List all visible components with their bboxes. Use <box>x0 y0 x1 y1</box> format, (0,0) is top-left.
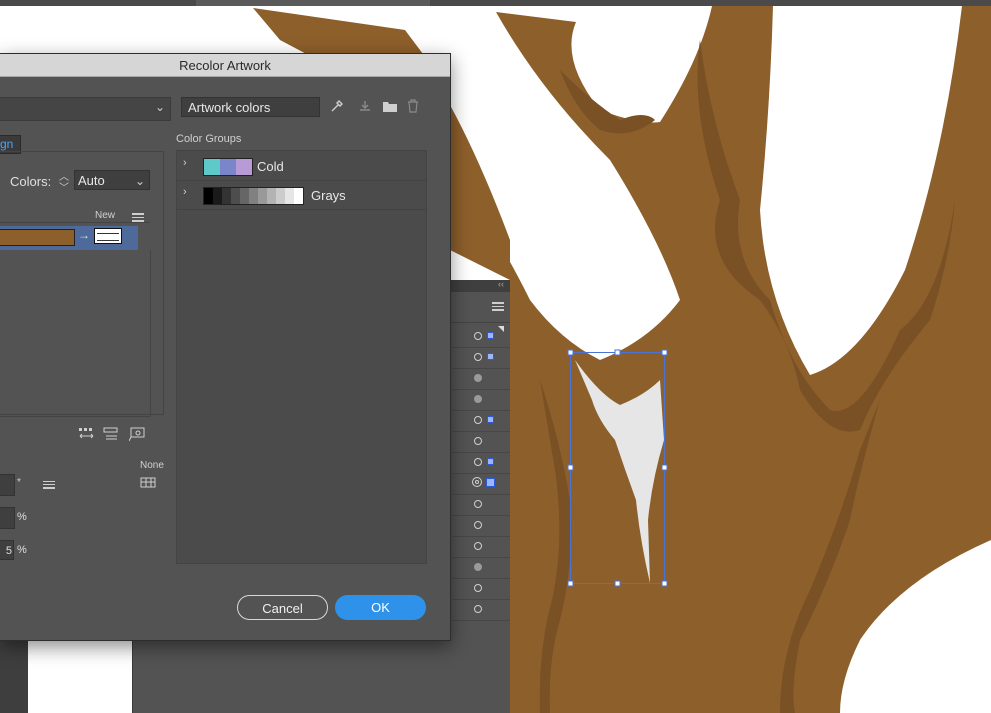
chevron-down-icon: ⌄ <box>134 174 145 188</box>
layer-row[interactable] <box>453 494 510 516</box>
folder-icon[interactable] <box>382 100 398 116</box>
separate-colors-icon[interactable] <box>103 427 120 445</box>
tree-branch-left-lower <box>450 105 510 280</box>
preset-dropdown[interactable]: ⌄ <box>0 97 171 121</box>
colors-label: Colors: <box>10 174 52 189</box>
layer-row[interactable] <box>453 389 510 411</box>
swatch <box>220 159 236 175</box>
tree-trunk <box>490 6 991 713</box>
color-groups-label: Color Groups <box>176 133 242 145</box>
list-icon[interactable] <box>43 479 55 491</box>
chevron-right-icon[interactable]: › <box>183 186 187 198</box>
colors-count-dropdown[interactable]: Auto ⌄ <box>74 170 150 190</box>
chevron-down-icon[interactable]: ﹀ <box>59 179 69 194</box>
cancel-button[interactable]: Cancel <box>237 595 328 620</box>
target-circle-icon[interactable] <box>474 437 482 445</box>
selection-square-icon[interactable] <box>487 458 494 465</box>
ok-button[interactable]: OK <box>335 595 426 620</box>
target-circle-icon[interactable] <box>474 353 482 361</box>
trash-icon[interactable] <box>407 99 419 116</box>
new-row-icon[interactable] <box>128 427 146 445</box>
percent-label-2: % <box>17 544 27 556</box>
none-label: None <box>140 460 164 471</box>
color-group-cold[interactable]: › Cold <box>177 151 426 181</box>
percent-field-2[interactable]: 5 <box>0 540 14 560</box>
merge-colors-icon[interactable] <box>78 427 95 445</box>
color-groups-list: › Cold › Grays <box>176 150 427 564</box>
target-circle-icon[interactable] <box>474 542 482 550</box>
new-column-label: New <box>95 210 116 221</box>
layers-menu-icon[interactable] <box>492 300 504 313</box>
star-label: * <box>17 477 21 488</box>
colors-stepper[interactable]: ︿ ﹀ <box>56 170 72 194</box>
chevron-down-icon: ⌄ <box>154 100 165 114</box>
layer-row[interactable] <box>453 410 510 432</box>
recolor-artwork-dialog: Recolor Artwork ⌄ Artwork colors gn Colo… <box>0 53 451 641</box>
color-mode-icon[interactable] <box>140 477 158 492</box>
color-group-swatches <box>203 187 304 205</box>
swatch <box>236 159 252 175</box>
layer-row[interactable] <box>453 536 510 558</box>
dialog-title: Recolor Artwork <box>179 58 271 73</box>
target-circle-icon[interactable] <box>474 605 482 613</box>
layer-row[interactable] <box>453 452 510 474</box>
layer-row[interactable] <box>453 368 510 390</box>
color-group-swatches <box>203 158 253 176</box>
artwork-colors-name-field[interactable]: Artwork colors <box>181 97 320 117</box>
target-circle-icon[interactable] <box>474 563 482 571</box>
color-group-grays[interactable]: › Grays <box>177 180 426 210</box>
percent-field[interactable] <box>0 507 15 529</box>
chevron-right-icon[interactable]: › <box>183 157 187 169</box>
selection-square-icon[interactable] <box>486 478 495 487</box>
current-color-swatch[interactable] <box>0 229 75 246</box>
value-field[interactable] <box>0 474 15 496</box>
layer-row[interactable] <box>453 431 510 453</box>
layer-row[interactable] <box>453 557 510 579</box>
layer-row[interactable] <box>453 599 510 621</box>
target-circle-icon[interactable] <box>474 374 482 382</box>
layer-row[interactable] <box>453 347 510 369</box>
eyedropper-icon[interactable] <box>330 99 344 116</box>
percent-label: % <box>17 511 27 523</box>
divider <box>0 222 150 223</box>
collapse-panel-icon[interactable]: ‹‹ <box>498 279 504 289</box>
target-circle-icon[interactable] <box>474 500 482 508</box>
target-circle-icon[interactable] <box>474 395 482 403</box>
layer-row[interactable] <box>453 578 510 600</box>
target-circle-icon[interactable] <box>474 521 482 529</box>
selection-square-icon[interactable] <box>487 353 494 360</box>
target-circle-icon[interactable] <box>474 458 482 466</box>
selection-square-icon[interactable] <box>487 416 494 423</box>
selection-square-icon[interactable] <box>487 332 494 339</box>
layer-row[interactable] <box>453 326 510 348</box>
target-circle-icon[interactable] <box>474 332 482 340</box>
swatch <box>204 159 220 175</box>
target-circle-icon[interactable] <box>474 416 482 424</box>
layer-row[interactable] <box>453 473 510 495</box>
assignment-list <box>0 250 151 417</box>
arrow-right-icon[interactable]: → <box>78 228 90 242</box>
layer-row[interactable] <box>453 515 510 537</box>
target-circle-icon[interactable] <box>474 584 482 592</box>
color-group-name: Cold <box>257 159 284 174</box>
color-group-name: Grays <box>311 188 346 203</box>
target-circle-icon[interactable] <box>472 477 482 487</box>
left-tool-strip <box>0 638 28 713</box>
new-color-swatch[interactable] <box>94 228 122 244</box>
save-group-icon[interactable] <box>358 99 372 116</box>
colors-count-value: Auto <box>78 173 105 188</box>
